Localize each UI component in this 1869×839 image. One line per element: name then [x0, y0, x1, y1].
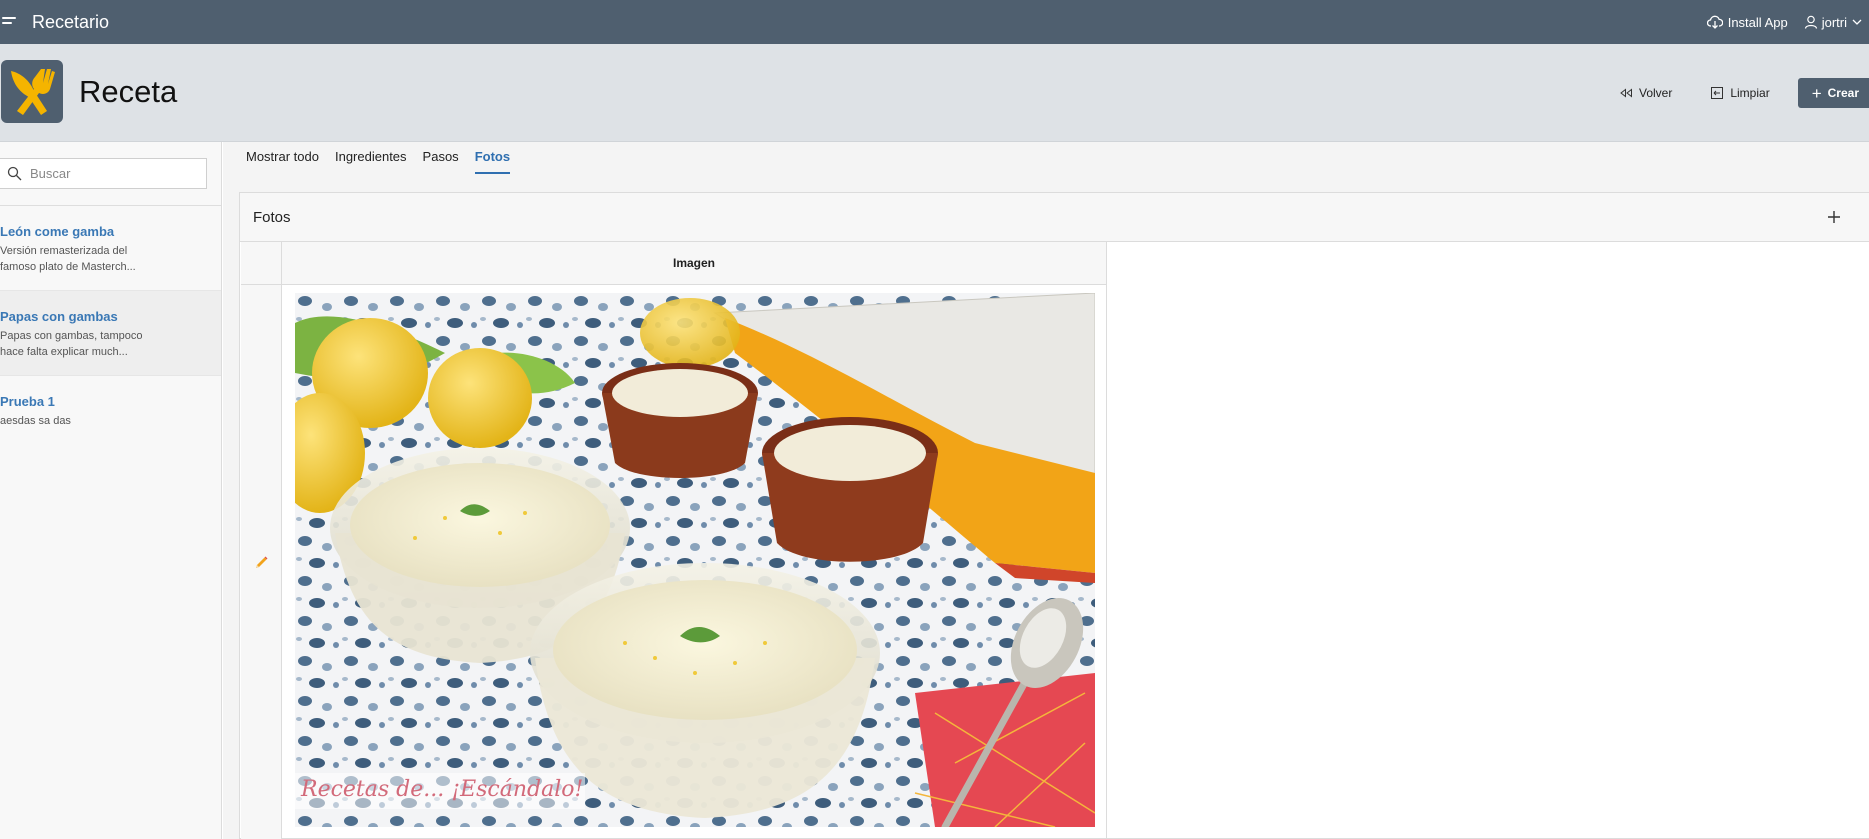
- rewind-icon: [1620, 88, 1632, 98]
- plus-icon: [1828, 211, 1840, 223]
- create-button[interactable]: + Crear: [1797, 78, 1869, 108]
- image-cell: Recetas de... ¡Escándalo!: [282, 285, 1106, 839]
- install-app-label: Install App: [1727, 14, 1788, 30]
- create-button-label: Crear: [1827, 86, 1859, 100]
- back-button[interactable]: Volver: [1609, 80, 1682, 106]
- user-icon: [1804, 15, 1817, 29]
- clear-button-label: Limpiar: [1730, 86, 1770, 100]
- pencil-icon[interactable]: [253, 555, 269, 571]
- grid-header: Imagen: [241, 242, 1106, 285]
- edit-column-header: [241, 242, 282, 284]
- user-menu[interactable]: jortri: [1804, 15, 1867, 30]
- search-icon: [7, 166, 22, 181]
- recipe-list: León come gamba Versión remasterizada de…: [0, 206, 221, 461]
- recipe-logo-icon: [1, 60, 63, 123]
- list-item-description: Versión remasterizada del famoso plato d…: [0, 245, 136, 273]
- page-title: Receta: [79, 74, 178, 109]
- list-item-description: Papas con gambas, tampoco hace falta exp…: [0, 330, 143, 358]
- recipe-photo: Recetas de... ¡Escándalo!: [295, 293, 1095, 827]
- recipe-list-sidebar: León come gamba Versión remasterizada de…: [0, 142, 222, 839]
- list-item-title[interactable]: León come gamba: [0, 224, 221, 239]
- search-input[interactable]: [30, 166, 190, 181]
- tab-fotos[interactable]: Fotos: [474, 146, 511, 177]
- photo-watermark: Recetas de... ¡Escándalo!: [301, 777, 584, 802]
- photos-grid: Imagen Recetas de... ¡Escándalo!: [241, 242, 1107, 839]
- edit-cell: [241, 285, 282, 839]
- app-title[interactable]: Recetario: [32, 12, 109, 33]
- chevron-down-icon: [1852, 19, 1862, 25]
- list-item[interactable]: León come gamba Versión remasterizada de…: [0, 206, 221, 291]
- clear-icon: [1711, 87, 1724, 99]
- list-item[interactable]: Prueba 1 aesdas sa das: [0, 376, 221, 461]
- region-title: Fotos: [253, 208, 291, 226]
- top-navigation-bar: Recetario Install App jortri: [0, 0, 1869, 44]
- back-button-label: Volver: [1638, 86, 1673, 100]
- install-app-button[interactable]: Install App: [1706, 14, 1788, 30]
- tab-pasos[interactable]: Pasos: [423, 146, 459, 177]
- search-box[interactable]: [0, 158, 207, 189]
- tab-mostrar-todo[interactable]: Mostrar todo: [246, 146, 319, 177]
- cloud-download-icon: [1706, 15, 1723, 29]
- user-name: jortri: [1821, 14, 1847, 30]
- list-item-title[interactable]: Papas con gambas: [0, 309, 221, 324]
- column-header-imagen[interactable]: Imagen: [282, 242, 1106, 284]
- clear-button[interactable]: Limpiar: [1700, 80, 1779, 106]
- plus-icon: +: [1811, 83, 1822, 103]
- region-tabs: Mostrar todo Ingredientes Pasos Fotos: [246, 146, 526, 180]
- list-item-title[interactable]: Prueba 1: [0, 394, 221, 409]
- photos-region: Fotos Imagen Recetas de... ¡Escándalo!: [239, 192, 1869, 839]
- page-header: Receta Volver Limpiar + Crear: [0, 44, 1869, 142]
- add-photo-button[interactable]: [1819, 202, 1849, 232]
- tab-ingredientes[interactable]: Ingredientes: [335, 146, 407, 177]
- region-header: Fotos: [240, 193, 1869, 242]
- list-item[interactable]: Papas con gambas Papas con gambas, tampo…: [0, 291, 221, 376]
- list-item-description: aesdas sa das: [0, 415, 71, 427]
- menu-icon[interactable]: [2, 16, 18, 28]
- table-row: Recetas de... ¡Escándalo!: [241, 285, 1106, 839]
